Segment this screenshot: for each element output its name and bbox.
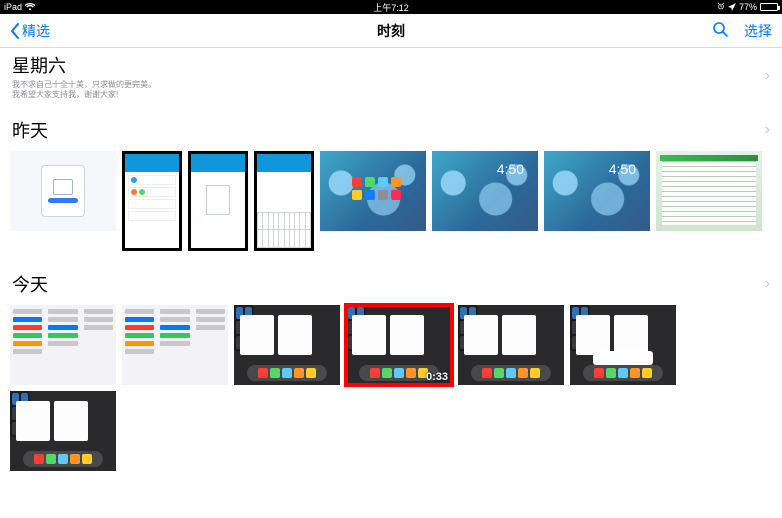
lock-clock: 4:50 bbox=[497, 161, 524, 177]
battery-pct: 77% bbox=[739, 2, 757, 12]
device-label: iPad bbox=[4, 2, 22, 12]
chevron-left-icon bbox=[10, 23, 20, 39]
back-label: 精选 bbox=[22, 21, 50, 41]
photo-thumb[interactable] bbox=[10, 305, 116, 385]
photo-thumb[interactable] bbox=[122, 151, 182, 251]
chevron-right-icon: › bbox=[765, 275, 770, 293]
section-subtitle: 我不求自己十全十美，只求做的更完美。 我希望大家支持我，谢谢大家! bbox=[12, 80, 156, 101]
back-button[interactable]: 精选 bbox=[10, 21, 50, 41]
video-thumb-highlighted[interactable]: 0:33 bbox=[346, 305, 452, 385]
select-button[interactable]: 选择 bbox=[744, 21, 772, 41]
video-duration: 0:33 bbox=[426, 371, 448, 383]
photo-thumb[interactable] bbox=[656, 151, 762, 231]
photo-thumb[interactable]: 4:50 bbox=[432, 151, 538, 231]
alarm-icon bbox=[717, 2, 725, 12]
page-title: 时刻 bbox=[377, 21, 405, 41]
section-header-yesterday[interactable]: 昨天 › bbox=[0, 113, 782, 145]
section-title: 今天 bbox=[12, 271, 48, 297]
wifi-icon bbox=[25, 3, 35, 11]
moments-scroll[interactable]: 星期六 我不求自己十全十美，只求做的更完美。 我希望大家支持我，谢谢大家! › … bbox=[0, 48, 782, 518]
section-title: 星期六 bbox=[12, 52, 156, 78]
photo-thumb[interactable] bbox=[234, 305, 340, 385]
nav-bar: 精选 时刻 选择 bbox=[0, 14, 782, 48]
chevron-right-icon: › bbox=[765, 67, 770, 85]
chevron-right-icon: › bbox=[765, 121, 770, 139]
photo-thumb[interactable] bbox=[254, 151, 314, 251]
yesterday-grid: 4:50 4:50 bbox=[0, 145, 782, 257]
section-header-today[interactable]: 今天 › bbox=[0, 267, 782, 299]
dnd-moon-icon bbox=[706, 3, 714, 11]
status-bar: iPad 上午7:12 77% bbox=[0, 0, 782, 14]
lock-clock: 4:50 bbox=[609, 161, 636, 177]
photo-thumb[interactable] bbox=[570, 305, 676, 385]
status-time: 上午7:12 bbox=[373, 1, 409, 14]
section-header-saturday[interactable]: 星期六 我不求自己十全十美，只求做的更完美。 我希望大家支持我，谢谢大家! › bbox=[0, 48, 782, 103]
search-button[interactable] bbox=[712, 21, 728, 40]
section-title: 昨天 bbox=[12, 117, 48, 143]
today-grid: 0:33 bbox=[0, 299, 782, 477]
search-icon bbox=[712, 21, 728, 37]
photo-thumb[interactable] bbox=[188, 151, 248, 251]
photo-thumb[interactable] bbox=[320, 151, 426, 231]
photo-thumb[interactable] bbox=[10, 391, 116, 471]
photo-thumb[interactable] bbox=[122, 305, 228, 385]
battery-icon bbox=[760, 3, 778, 11]
photo-thumb[interactable] bbox=[10, 151, 116, 231]
location-icon bbox=[728, 3, 736, 11]
photo-thumb[interactable] bbox=[458, 305, 564, 385]
photo-thumb[interactable]: 4:50 bbox=[544, 151, 650, 231]
